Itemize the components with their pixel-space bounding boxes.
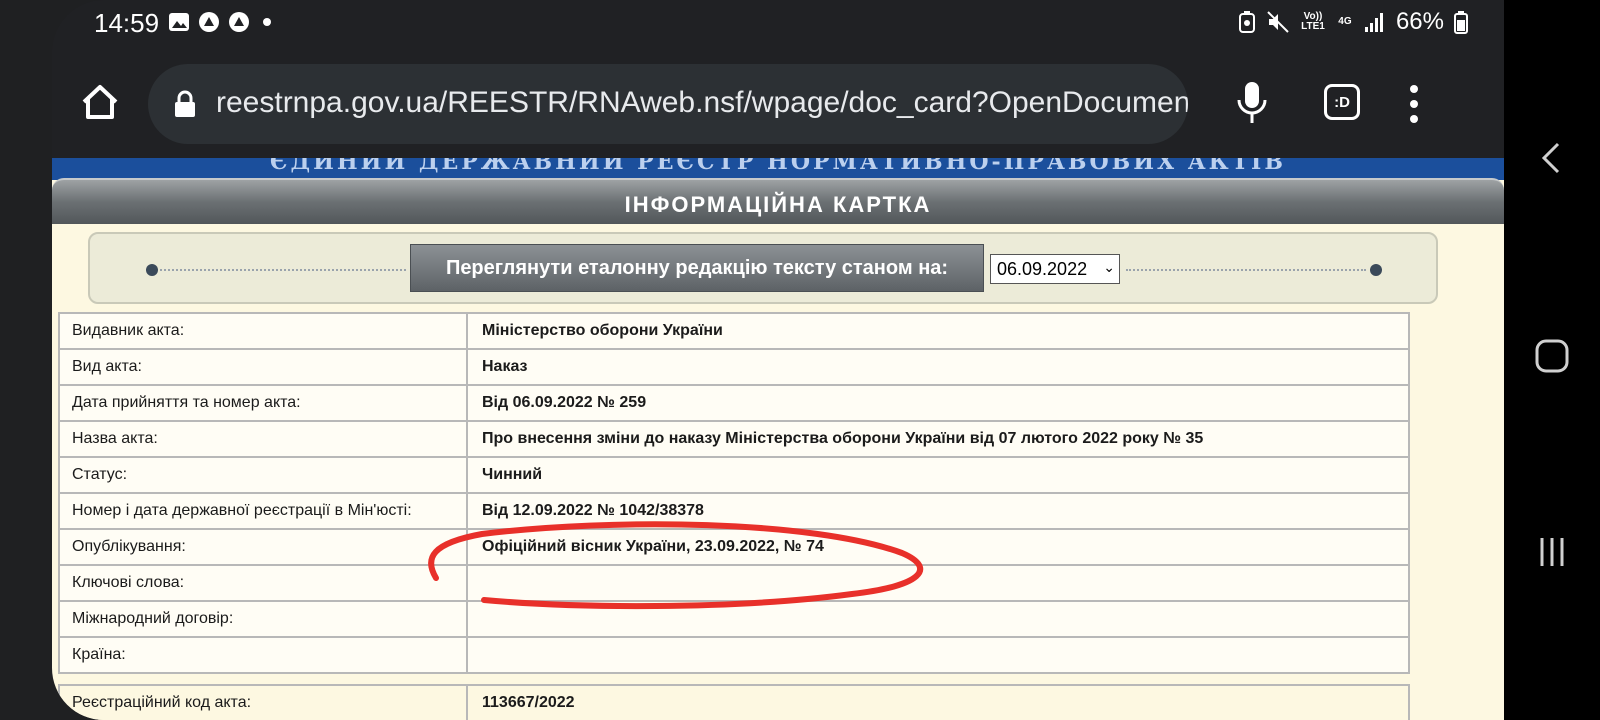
card-header: ІНФОРМАЦІЙНА КАРТКА [52, 178, 1504, 224]
more-options-icon[interactable] [1408, 84, 1420, 124]
signal-icon [1364, 13, 1383, 32]
status-right: Vo)) LTE1 4G 66% [1238, 8, 1468, 36]
dotted-line-left [160, 269, 406, 271]
microphone-icon[interactable] [1232, 80, 1272, 126]
view-reference-edition-button[interactable]: Переглянути еталонну редакцію тексту ста… [410, 244, 984, 292]
chevron-down-icon: ⌄ [1103, 259, 1115, 275]
app-notification-icon-2 [229, 12, 249, 32]
phone-frame: 14:59 Vo)) LTE1 4G 66% reestrnpa.gov.ua/… [0, 0, 1504, 720]
row-value [466, 600, 1410, 638]
status-time: 14:59 [94, 8, 160, 38]
info-table: Видавник акта: Міністерство оборони Украї… [58, 312, 1410, 720]
table-row: Дата прийняття та номер акта: Від 06.09.2… [58, 384, 1410, 422]
row-value: Про внесення зміни до наказу Міністерств… [466, 420, 1410, 458]
row-value [466, 636, 1410, 674]
table-spacer [59, 673, 1409, 685]
panel-dot-left [146, 264, 158, 276]
row-label: Назва акта: [58, 420, 468, 458]
row-label: Дата прийняття та номер акта: [58, 384, 468, 422]
panel-dot-right [1370, 264, 1382, 276]
app-notification-icon [199, 12, 219, 32]
network-type: 4G [1338, 16, 1352, 27]
card-title: ІНФОРМАЦІЙНА КАРТКА [624, 192, 932, 217]
address-bar[interactable]: reestrnpa.gov.ua/REESTR/RNAweb.nsf/wpage… [148, 64, 1188, 144]
table-row: Номер і дата державної реєстрації в Мін'… [58, 492, 1410, 530]
table-row: Статус: Чинний [58, 456, 1410, 494]
home-icon[interactable] [78, 80, 122, 124]
row-value: 113667/2022 [466, 684, 1410, 720]
row-label: Реєстраційний код акта: [58, 684, 468, 720]
more-notifications-dot-icon [263, 18, 271, 26]
row-value [466, 564, 1410, 602]
row-label: Статус: [58, 456, 468, 494]
table-row: Ключові слова: [58, 564, 1410, 602]
browser-toolbar: reestrnpa.gov.ua/REESTR/RNAweb.nsf/wpage… [52, 60, 1504, 150]
battery-icon [1454, 11, 1468, 34]
url-text[interactable]: reestrnpa.gov.ua/REESTR/RNAweb.nsf/wpage… [216, 86, 1188, 120]
table-row: Країна: [58, 636, 1410, 674]
battery-percent: 66% [1395, 8, 1444, 35]
row-label: Номер і дата державної реєстрації в Мін'… [58, 492, 468, 530]
table-row: Вид акта: Наказ [58, 348, 1410, 386]
registry-banner-text: ЄДИНИЙ ДЕРЖАВНИЙ РЕЄСТР НОРМАТИВНО-ПРАВО… [270, 158, 1286, 175]
tab-switcher-button[interactable]: :D [1324, 84, 1360, 120]
mute-icon [1267, 11, 1289, 33]
home-nav-icon[interactable] [1532, 336, 1572, 376]
row-value: Наказ [466, 348, 1410, 386]
table-row: Назва акта: Про внесення зміни до наказу … [58, 420, 1410, 458]
web-page: ЄДИНИЙ ДЕРЖАВНИЙ РЕЄСТР НОРМАТИВНО-ПРАВО… [52, 158, 1504, 720]
row-label: Міжнародний договір: [58, 600, 468, 638]
row-label: Ключові слова: [58, 564, 468, 602]
edition-date-select[interactable]: 06.09.2022 ⌄ [990, 254, 1120, 284]
row-label: Вид акта: [58, 348, 468, 386]
row-label: Опублікування: [58, 528, 468, 566]
row-value: Міністерство оборони України [466, 312, 1410, 350]
data-saver-icon [1238, 11, 1255, 33]
table-row: Міжнародний договір: [58, 600, 1410, 638]
spacer-cell [467, 673, 1409, 685]
registry-banner: ЄДИНИЙ ДЕРЖАВНИЙ РЕЄСТР НОРМАТИВНО-ПРАВО… [52, 158, 1504, 180]
edition-date-value: 06.09.2022 [997, 258, 1088, 279]
row-value: Чинний [466, 456, 1410, 494]
row-label: Видавник акта: [58, 312, 468, 350]
back-icon[interactable] [1532, 138, 1572, 178]
recent-apps-icon[interactable] [1532, 532, 1572, 572]
lock-icon[interactable] [174, 90, 196, 118]
spacer-cell [59, 673, 467, 685]
screen: 14:59 Vo)) LTE1 4G 66% reestrnpa.gov.ua/… [52, 0, 1504, 720]
dotted-line-right [1126, 269, 1366, 271]
edition-panel: Переглянути еталонну редакцію тексту ста… [88, 232, 1438, 304]
registration-code-row: Реєстраційний код акта: 113667/2022 [58, 684, 1410, 720]
system-navigation-bar [1504, 0, 1600, 720]
row-value: Від 06.09.2022 № 259 [466, 384, 1410, 422]
table-row: Опублікування: Офіційний вісник України, … [58, 528, 1410, 566]
row-label: Країна: [58, 636, 468, 674]
volte-indicator: Vo)) LTE1 [1301, 11, 1325, 32]
gallery-icon [169, 13, 189, 31]
status-bar: 14:59 Vo)) LTE1 4G 66% [52, 0, 1504, 48]
row-value: Офіційний вісник України, 23.09.2022, № … [466, 528, 1410, 566]
row-value: Від 12.09.2022 № 1042/38378 [466, 492, 1410, 530]
table-row: Видавник акта: Міністерство оборони Украї… [58, 312, 1410, 350]
